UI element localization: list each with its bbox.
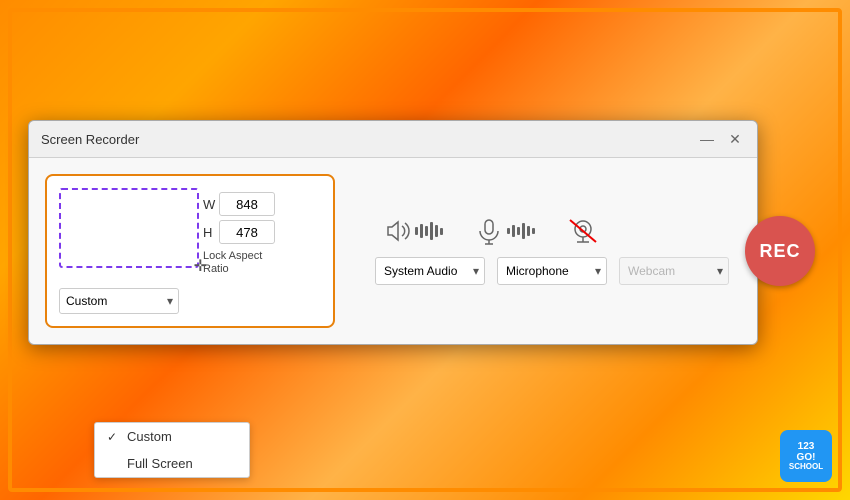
titlebar-controls: — ✕ bbox=[697, 129, 745, 149]
lock-aspect-label: Lock AspectRatio bbox=[203, 250, 275, 276]
minimize-button[interactable]: — bbox=[697, 129, 717, 149]
av-section: System Audio Microphone Webcam bbox=[375, 217, 729, 285]
speaker-icon bbox=[383, 217, 411, 245]
mic-waves bbox=[507, 223, 535, 239]
dropdown-item-fullscreen[interactable]: Full Screen bbox=[95, 450, 249, 477]
height-label: H bbox=[203, 225, 215, 240]
record-area-section: ✛ W H Lock AspectRatio bbox=[45, 174, 335, 328]
speaker-waves bbox=[415, 222, 443, 240]
width-row: W bbox=[203, 192, 275, 216]
system-audio-select-wrapper: System Audio bbox=[375, 257, 485, 285]
microphone-select[interactable]: Microphone bbox=[497, 257, 607, 285]
logo-badge: 123 GO! SCHOOL bbox=[780, 430, 832, 482]
av-dropdowns-row: System Audio Microphone Webcam bbox=[375, 257, 729, 285]
webcam-icon bbox=[567, 217, 599, 245]
webcam-select-wrapper: Webcam bbox=[619, 257, 729, 285]
width-label: W bbox=[203, 197, 215, 212]
check-icon: ✓ bbox=[107, 430, 121, 444]
av-icons-row bbox=[375, 217, 729, 245]
microphone-select-wrapper: Microphone bbox=[497, 257, 607, 285]
dropdown-item-custom[interactable]: ✓ Custom bbox=[95, 423, 249, 450]
preset-row: Custom Full Screen bbox=[59, 288, 321, 314]
height-input[interactable] bbox=[219, 220, 275, 244]
width-input[interactable] bbox=[219, 192, 275, 216]
dialog-body: ✛ W H Lock AspectRatio bbox=[29, 158, 757, 344]
move-icon: ✛ bbox=[194, 256, 207, 276]
close-button[interactable]: ✕ bbox=[725, 129, 745, 149]
speaker-icon-group bbox=[383, 217, 443, 245]
dialog-titlebar: Screen Recorder — ✕ bbox=[29, 121, 757, 158]
rec-button[interactable]: REC bbox=[745, 216, 815, 286]
logo-line1: 123 bbox=[789, 441, 823, 452]
screen-recorder-dialog: Screen Recorder — ✕ ✛ W bbox=[28, 120, 758, 345]
system-audio-select[interactable]: System Audio bbox=[375, 257, 485, 285]
dropdown-label-fullscreen: Full Screen bbox=[127, 456, 193, 471]
preset-select-wrapper: Custom Full Screen bbox=[59, 288, 179, 314]
preset-select[interactable]: Custom Full Screen bbox=[59, 288, 179, 314]
capture-preview-box[interactable]: ✛ bbox=[59, 188, 199, 268]
dialog-title: Screen Recorder bbox=[41, 132, 139, 147]
logo-line3: SCHOOL bbox=[789, 463, 823, 472]
height-row: H bbox=[203, 220, 275, 244]
webcam-icon-group bbox=[567, 217, 599, 245]
webcam-select[interactable]: Webcam bbox=[619, 257, 729, 285]
preset-dropdown-menu: ✓ Custom Full Screen bbox=[94, 422, 250, 478]
microphone-icon-group bbox=[475, 217, 535, 245]
microphone-icon bbox=[475, 217, 503, 245]
dropdown-label-custom: Custom bbox=[127, 429, 172, 444]
area-layout-row: ✛ W H Lock AspectRatio bbox=[59, 188, 321, 276]
logo-line2: GO! bbox=[789, 452, 823, 463]
logo-text: 123 GO! SCHOOL bbox=[789, 441, 823, 472]
dimension-inputs: W H Lock AspectRatio bbox=[203, 192, 275, 276]
